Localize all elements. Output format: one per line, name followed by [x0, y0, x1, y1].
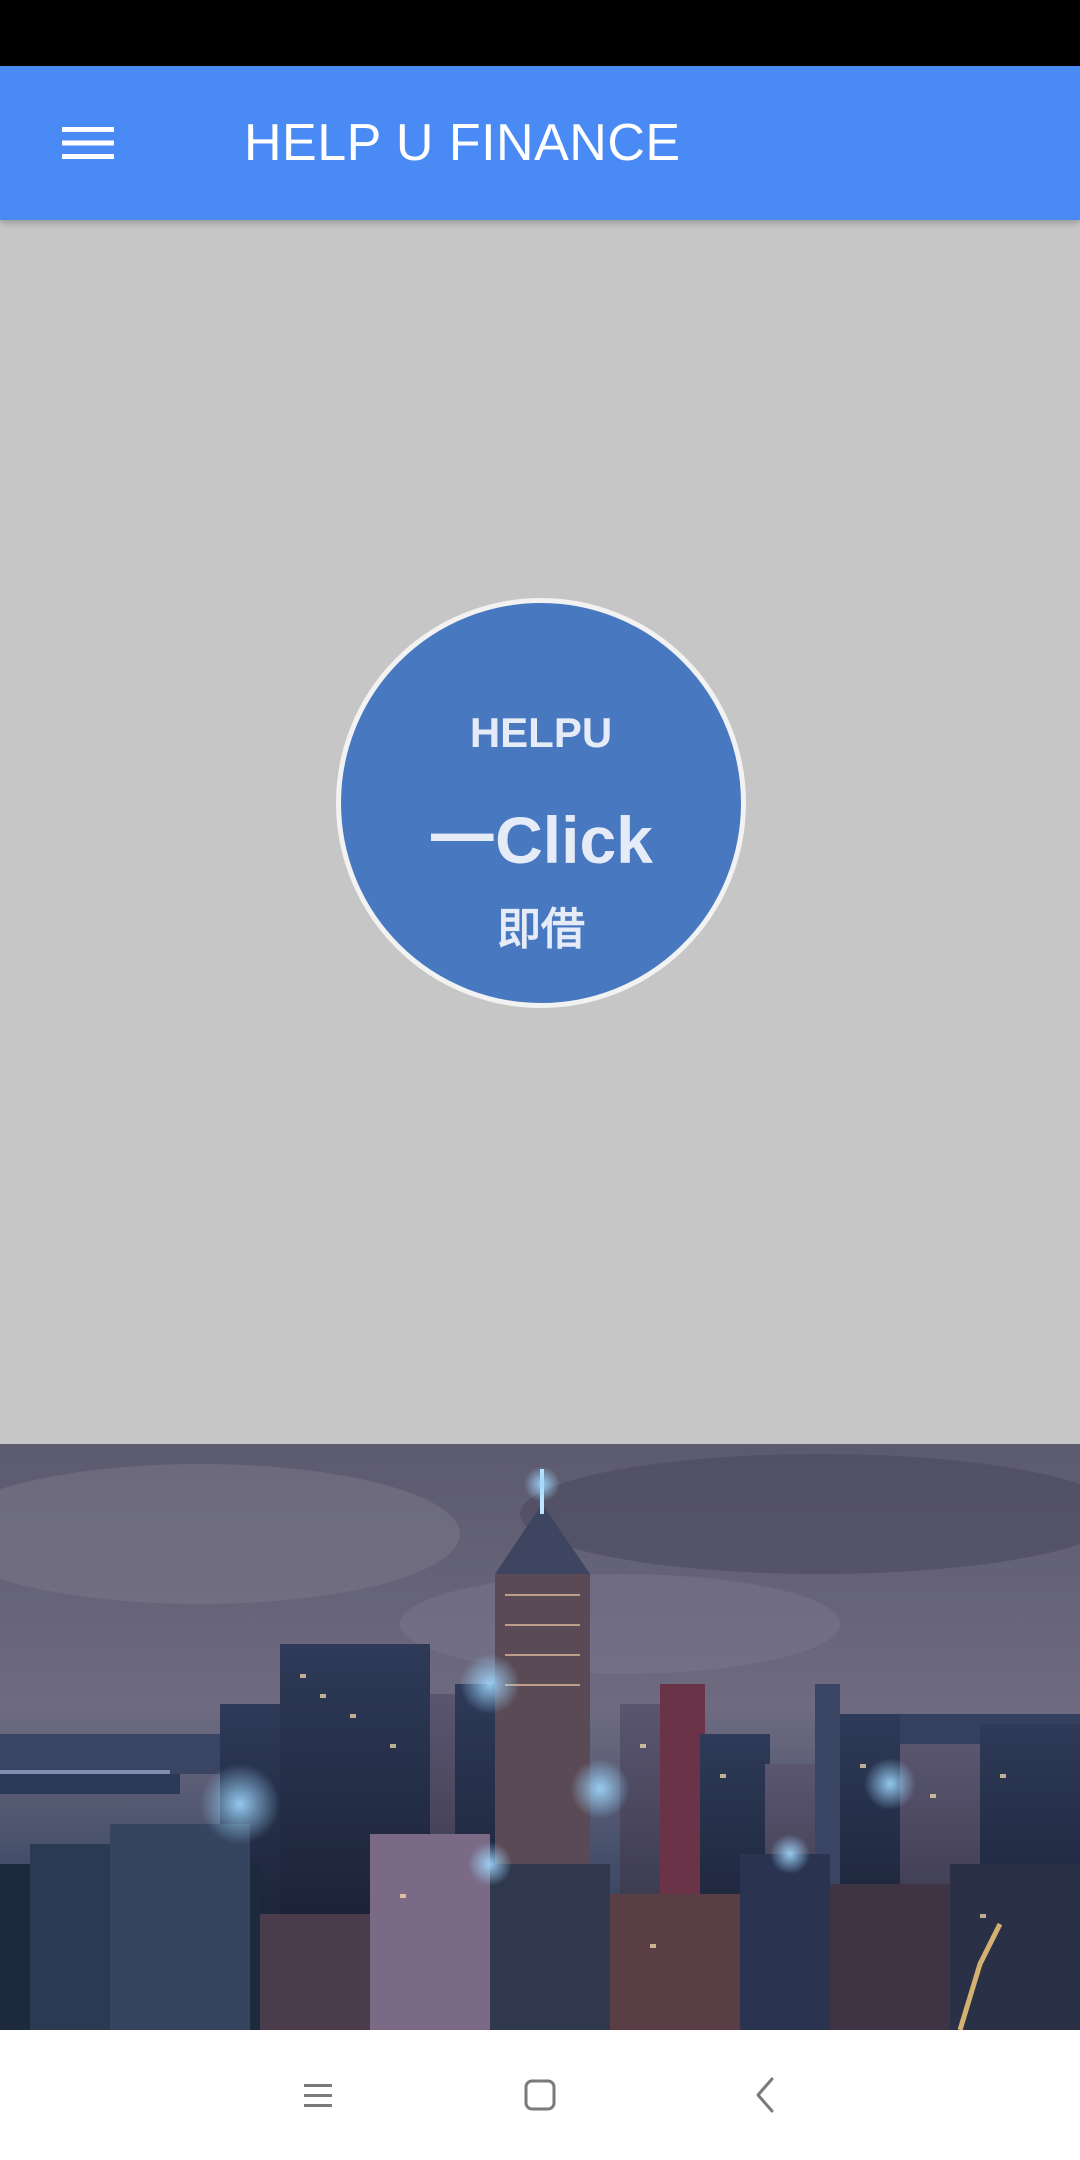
main-content: HELPU 一Click 即借: [0, 220, 1080, 1444]
back-chevron-icon: [756, 2077, 774, 2113]
city-skyline-banner: [0, 1444, 1080, 2030]
night-city-skyline-image: [0, 1444, 1080, 2030]
recent-apps-button[interactable]: [278, 2055, 358, 2135]
back-button[interactable]: [726, 2055, 806, 2135]
status-bar: [0, 0, 1080, 66]
app-title: HELP U FINANCE: [244, 114, 681, 172]
recent-apps-icon: [304, 2084, 332, 2107]
app-bar: HELP U FINANCE: [0, 66, 1080, 220]
system-navigation-bar: [0, 2030, 1080, 2160]
loan-button-borrow-label: 即借: [497, 904, 585, 955]
home-square-icon: [524, 2079, 556, 2111]
one-click-loan-button[interactable]: HELPU 一Click 即借: [336, 598, 746, 1008]
hamburger-menu-icon: [62, 127, 114, 159]
home-button[interactable]: [500, 2055, 580, 2135]
menu-button[interactable]: [40, 106, 136, 180]
loan-button-click-label: 一Click: [429, 803, 653, 877]
loan-button-brand-label: HELPU: [469, 709, 613, 756]
